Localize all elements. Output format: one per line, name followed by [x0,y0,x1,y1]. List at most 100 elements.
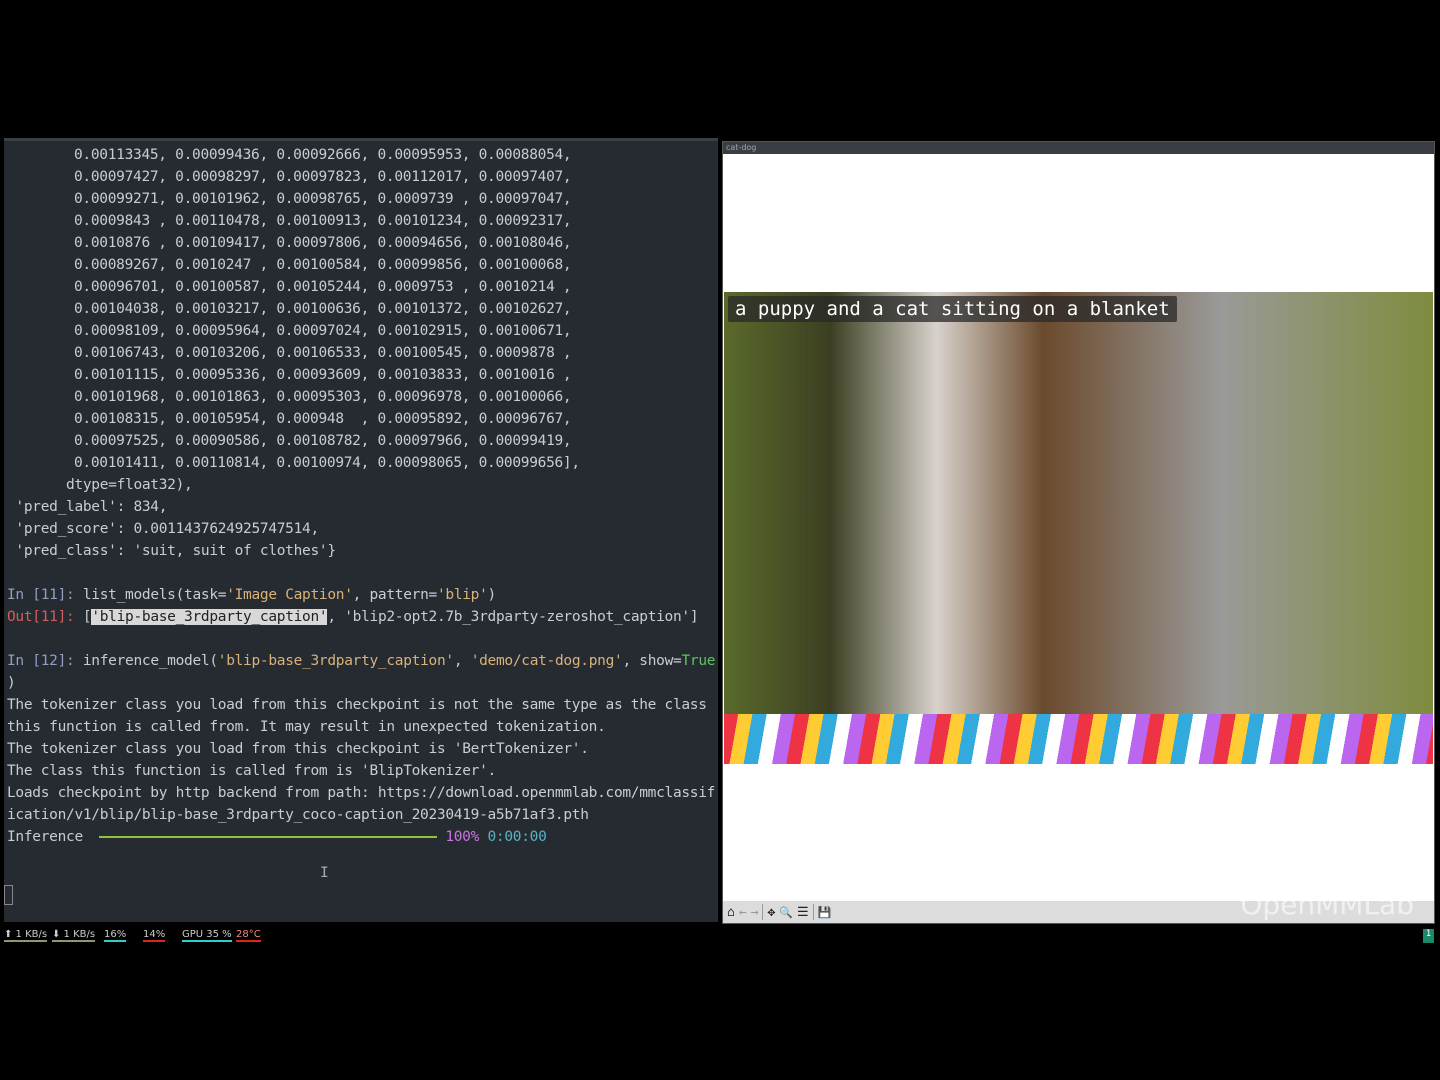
text: 'Image Caption' [226,587,353,603]
dtype-line: dtype=float32), [66,474,193,496]
text: , 'blip2-opt2.7b_3rdparty-zeroshot_capti… [327,609,699,625]
text: , pattern= [352,587,438,603]
home-icon[interactable]: ⌂ [727,905,735,920]
log-text: The tokenizer class you load from this c… [7,741,589,757]
text: , show= [622,653,682,669]
text: 'pred_label': 834, [7,499,168,515]
log-line: The class this function is called from i… [7,760,496,782]
blanket [724,714,1433,764]
workspace-indicator[interactable]: 1 [1423,929,1434,943]
i-beam-cursor: I [320,865,329,881]
temperature: 28°C [236,929,261,942]
array-row-text: 0.00098109, 0.00095964, 0.00097024, 0.00… [74,323,572,339]
log-line: The tokenizer class you load from this c… [7,738,589,760]
array-row: 0.00106743, 0.00103206, 0.00106533, 0.00… [74,342,572,364]
text: 'blip-base_3rdparty_caption' [217,653,454,669]
log-text: Loads checkpoint by http backend from pa… [7,785,716,801]
status-bar: ⬆ 1 KB/s ⬇ 1 KB/s 16% 14% GPU 35 % 28°C [0,928,1440,944]
figure-title: cat-dog [723,142,1434,154]
log-line: ication/v1/blip/blip-base_3rdparty_coco-… [7,804,589,826]
cpu-usage: 14% [143,929,166,942]
array-row-text: 0.00113345, 0.00099436, 0.00092666, 0.00… [74,147,572,163]
text: 'blip' [436,587,488,603]
array-row-text: 0.00096701, 0.00100587, 0.00105244, 0.00… [74,279,572,295]
progress-label: Inference [7,829,92,845]
text: 'pred_score': 0.0011437624925747514, [7,521,319,537]
input-prompt: In [12]: [7,653,83,669]
log-text: The tokenizer class you load from this c… [7,697,707,713]
array-row-text: 0.00101115, 0.00095336, 0.00093609, 0.00… [74,367,572,383]
array-row: 0.00101115, 0.00095336, 0.00093609, 0.00… [74,364,572,386]
text: inference_model( [82,653,218,669]
array-row-text: 0.00101968, 0.00101863, 0.00095303, 0.00… [74,389,572,405]
text: 'pred_class': 'suit, suit of clothes'} [7,543,336,559]
save-icon[interactable]: 💾 [818,906,832,919]
array-row-text: 0.00099271, 0.00101962, 0.00098765, 0.00… [74,191,572,207]
progress-bar [99,836,438,838]
array-row-text: 0.00097427, 0.00098297, 0.00097823, 0.00… [74,169,572,185]
forward-icon[interactable]: → [751,905,759,920]
configure-icon[interactable]: ☰ [797,905,809,920]
divider [762,904,764,920]
cat-dog-image: a puppy and a cat sitting on a blanket [724,292,1433,764]
zoom-icon[interactable]: 🔍 [779,906,793,919]
progress-time: 0:00:00 [487,829,547,845]
array-row-text: 0.00104038, 0.00103217, 0.00100636, 0.00… [74,301,572,317]
text: list_models(task= [82,587,227,603]
array-row-text: 0.00106743, 0.00103206, 0.00106533, 0.00… [74,345,572,361]
selected-text: 'blip-base_3rdparty_caption' [91,609,328,625]
text: , [453,653,471,669]
array-row-text: 0.0009843 , 0.00110478, 0.00100913, 0.00… [74,213,572,229]
pred-class-line: 'pred_class': 'suit, suit of clothes'} [7,540,336,562]
image-caption: a puppy and a cat sitting on a blanket [728,296,1177,322]
log-line: this function is called from. It may res… [7,716,606,738]
pan-icon[interactable]: ✥ [767,905,775,920]
input-prompt: In [11]: [7,587,83,603]
array-row: 0.00101968, 0.00101863, 0.00095303, 0.00… [74,386,572,408]
output-cell-11: Out[11]: ['blip-base_3rdparty_caption', … [7,606,699,628]
array-row-text: 0.0010876 , 0.00109417, 0.00097806, 0.00… [74,235,572,251]
back-icon[interactable]: ← [739,905,747,920]
array-row: 0.00113345, 0.00099436, 0.00092666, 0.00… [74,144,572,166]
array-row: 0.00097427, 0.00098297, 0.00097823, 0.00… [74,166,572,188]
text: ) [7,675,16,691]
array-row: 0.00098109, 0.00095964, 0.00097024, 0.00… [74,320,572,342]
divider [812,904,814,920]
matplotlib-toolbar: ⌂ ← → ✥ 🔍 ☰ 💾 OpenMMLab [723,888,1434,923]
output-prompt: Out[11]: [7,609,83,625]
net-down: ⬇ 1 KB/s [52,929,96,942]
progress-line: Inference 100% 0:00:00 [7,826,555,848]
figure-window: cat-dog a puppy and a cat sitting on a b… [722,141,1435,924]
pred-label-line: 'pred_label': 834, [7,496,167,518]
input-cell-12-close: ) [7,672,16,694]
input-cell-12: In [12]: inference_model('blip-base_3rdp… [7,650,715,672]
log-text: this function is called from. It may res… [7,719,606,735]
array-row-text: 0.00097525, 0.00090586, 0.00108782, 0.00… [74,433,572,449]
pred-score-line: 'pred_score': 0.0011437624925747514, [7,518,319,540]
array-row: 0.0010876 , 0.00109417, 0.00097806, 0.00… [74,232,572,254]
array-row: 0.00101411, 0.00110814, 0.00100974, 0.00… [74,452,580,474]
net-up: ⬆ 1 KB/s [4,929,48,942]
input-cell-11: In [11]: list_models(task='Image Caption… [7,584,496,606]
array-row: 0.00089267, 0.0010247 , 0.00100584, 0.00… [74,254,572,276]
log-text: ication/v1/blip/blip-base_3rdparty_coco-… [7,807,589,823]
log-line: The tokenizer class you load from this c… [7,694,707,716]
array-row: 0.00104038, 0.00103217, 0.00100636, 0.00… [74,298,572,320]
array-row-text: 0.00101411, 0.00110814, 0.00100974, 0.00… [74,455,580,471]
array-row: 0.00097525, 0.00090586, 0.00108782, 0.00… [74,430,572,452]
gpu-usage: GPU 35 % [182,929,232,942]
array-row: 0.00108315, 0.00105954, 0.000948 , 0.000… [74,408,572,430]
log-line: Loads checkpoint by http backend from pa… [7,782,715,804]
text: 'demo/cat-dog.png' [470,653,623,669]
array-row-text: 0.00089267, 0.0010247 , 0.00100584, 0.00… [74,257,572,273]
text: True [681,653,716,669]
terminal[interactable]: 0.00113345, 0.00099436, 0.00092666, 0.00… [4,138,718,922]
text: ) [487,587,497,603]
terminal-cursor [4,885,13,905]
text: dtype=float32), [66,477,193,493]
array-row: 0.00096701, 0.00100587, 0.00105244, 0.00… [74,276,572,298]
array-row: 0.0009843 , 0.00110478, 0.00100913, 0.00… [74,210,572,232]
memory-usage: 16% [104,929,127,942]
progress-percent: 100% [445,829,480,845]
log-text: The class this function is called from i… [7,763,496,779]
